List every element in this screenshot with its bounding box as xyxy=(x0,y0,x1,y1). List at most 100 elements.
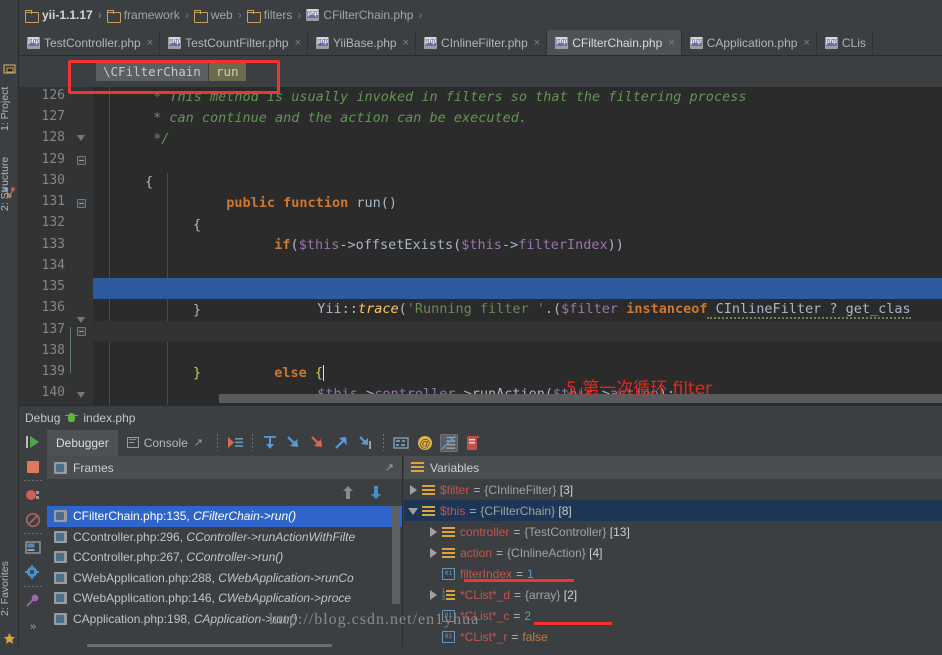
close-icon[interactable]: × xyxy=(403,37,409,49)
stop-icon[interactable] xyxy=(25,459,41,475)
frame-function: CController->runActionWithFilte xyxy=(186,529,356,544)
breadcrumb-item-4[interactable]: CFilterChain.php › xyxy=(306,8,427,22)
variable-row-this[interactable]: $this = {CFilterChain} [8] xyxy=(404,500,942,521)
code-line-135-highlighted[interactable]: $filter->filter($this); $filter: {name =… xyxy=(93,278,942,338)
breadcrumb-item-3[interactable]: filters › xyxy=(246,8,307,23)
close-icon[interactable]: × xyxy=(668,37,674,49)
variable-row-clist-r[interactable]: 01 *CList*_r = false xyxy=(404,626,942,647)
code-line-127[interactable]: * can continue and the action can be exe… xyxy=(93,108,942,129)
tab-debugger[interactable]: Debugger xyxy=(47,429,118,456)
pin-icon[interactable]: ↗ xyxy=(385,461,394,474)
pin-icon[interactable]: ↗ xyxy=(194,436,203,449)
frame-item-1[interactable]: CController.php:296, CController->runAct… xyxy=(47,527,402,548)
close-icon[interactable]: × xyxy=(147,37,153,49)
rail-label-structure[interactable]: 2: Structure xyxy=(0,146,18,221)
rail-label-favorites[interactable]: 2: Favorites xyxy=(0,548,18,630)
step-over-icon[interactable] xyxy=(261,434,279,452)
chevron-down-icon[interactable] xyxy=(408,505,419,516)
code-line-129[interactable]: public function run() xyxy=(93,151,942,211)
fold-marker-icon[interactable] xyxy=(77,134,88,145)
variable-row-filter[interactable]: $filter = {CInlineFilter} [3] xyxy=(404,479,942,500)
frame-function: CController->run() xyxy=(186,550,284,565)
tab-yiibase[interactable]: YiiBase.php × xyxy=(308,30,417,55)
php-file-icon xyxy=(316,36,329,49)
code-line-128[interactable]: */ xyxy=(93,129,942,150)
close-icon[interactable]: × xyxy=(803,37,809,49)
rail-label-project[interactable]: 1: Project xyxy=(0,78,18,140)
nav-chip-class[interactable]: \CFilterChain xyxy=(96,62,208,81)
step-out-icon[interactable] xyxy=(333,434,351,452)
arrow-up-icon[interactable] xyxy=(342,485,354,499)
pin-tab-icon[interactable] xyxy=(25,593,41,609)
chevron-right-icon[interactable] xyxy=(408,484,419,495)
code-line-132[interactable]: { xyxy=(93,215,942,236)
tab-testcontroller[interactable]: TestController.php × xyxy=(19,30,161,55)
force-step-into-icon[interactable] xyxy=(309,434,327,452)
fold-marker-icon[interactable] xyxy=(77,327,86,336)
arrow-down-icon[interactable] xyxy=(370,485,382,499)
code-line-133[interactable]: $filter=$this->itemAt($this->filterIndex… xyxy=(93,236,942,296)
view-breakpoints-icon[interactable] xyxy=(25,487,41,503)
frame-item-3[interactable]: CWebApplication.php:288, CWebApplication… xyxy=(47,568,402,589)
evaluate-expression-icon[interactable] xyxy=(392,434,410,452)
code-line-138[interactable]: $this->controller->runAction($this->acti… xyxy=(93,342,942,402)
code-editor[interactable]: \CFilterChain run 126 127 128 129 130 13… xyxy=(19,56,942,405)
breadcrumb-item-0[interactable]: yii-1.1.17 › xyxy=(25,8,107,23)
fold-marker-icon[interactable] xyxy=(77,391,88,402)
code-line-130[interactable]: { xyxy=(93,172,942,193)
tab-clist[interactable]: CLis xyxy=(817,30,873,55)
breadcrumb-item-2[interactable]: web › xyxy=(193,8,247,23)
code-text: * can continue and the action can be exe… xyxy=(145,110,528,126)
tab-capplication[interactable]: CApplication.php × xyxy=(682,30,817,55)
code-line-126[interactable]: * This method is usually invoked in filt… xyxy=(93,87,942,108)
tab-cfilterchain[interactable]: CFilterChain.php × xyxy=(547,30,682,55)
code-line-139[interactable]: } xyxy=(93,363,942,384)
step-into-icon[interactable] xyxy=(285,434,303,452)
settings-gear-icon[interactable] xyxy=(25,565,41,581)
fold-marker-icon[interactable] xyxy=(77,316,88,327)
variables-list[interactable]: $filter = {CInlineFilter} [3] $this = {C… xyxy=(404,479,942,655)
tab-testcountfilter[interactable]: TestCountFilter.php × xyxy=(160,30,308,55)
code-line-136[interactable]: } xyxy=(93,300,942,321)
variable-row-clist-c[interactable]: 01 *CList*_c = 2 xyxy=(404,605,942,626)
variable-name: *CList*_d xyxy=(460,587,511,602)
variable-row-controller[interactable]: controller = {TestController} [13] xyxy=(404,521,942,542)
more-icon[interactable]: » xyxy=(25,621,41,637)
code-line-134[interactable]: Yii::trace('Running filter '.($filter in… xyxy=(93,257,942,320)
variable-name: $filter xyxy=(440,482,470,497)
php-file-icon xyxy=(424,36,438,49)
mute-breakpoints-toggle-icon[interactable] xyxy=(439,433,458,452)
settings-icon[interactable] xyxy=(464,434,482,452)
variable-row-clist-d[interactable]: 123 *CList*_d = {array} [2] xyxy=(404,584,942,605)
chevron-right-icon[interactable] xyxy=(428,547,439,558)
breadcrumb-item-1[interactable]: framework › xyxy=(106,8,194,23)
frame-item-4[interactable]: CWebApplication.php:146, CWebApplication… xyxy=(47,588,402,609)
tab-cinlinefilter[interactable]: CInlineFilter.php × xyxy=(416,30,548,55)
code-line-131[interactable]: if($this->offsetExists($this->filterInde… xyxy=(93,193,942,253)
run-to-cursor-icon[interactable] xyxy=(357,434,375,452)
star-icon[interactable] xyxy=(3,632,16,645)
frame-item-2[interactable]: CController.php:267, CController->run() xyxy=(47,547,402,568)
project-icon[interactable] xyxy=(3,62,16,75)
frames-vertical-scrollbar[interactable] xyxy=(392,506,400,604)
resume-program-icon[interactable] xyxy=(25,434,41,450)
restore-layout-icon[interactable] xyxy=(25,540,41,556)
tab-console[interactable]: Console ↗ xyxy=(118,430,212,456)
nav-chip-method[interactable]: run xyxy=(209,62,246,81)
show-execution-point-icon[interactable] xyxy=(226,434,244,452)
debug-config-name: index.php xyxy=(83,410,136,425)
variable-row-action[interactable]: action = {CInlineAction} [4] xyxy=(404,542,942,563)
frame-item-0[interactable]: CFilterChain.php:135, CFilterChain->run(… xyxy=(47,506,402,527)
at-breakpoint-icon[interactable]: @ xyxy=(416,434,434,452)
fold-marker-icon[interactable] xyxy=(77,156,86,165)
code-line-137[interactable]: else { xyxy=(93,321,942,382)
fold-marker-icon[interactable] xyxy=(77,199,86,208)
frames-list[interactable]: CFilterChain.php:135, CFilterChain->run(… xyxy=(47,506,402,655)
tab-label: YiiBase.php xyxy=(333,35,397,50)
code-lines[interactable]: * This method is usually invoked in filt… xyxy=(93,87,942,405)
chevron-right-icon[interactable] xyxy=(428,526,439,537)
chevron-right-icon[interactable] xyxy=(428,589,439,600)
close-icon[interactable]: × xyxy=(295,37,301,49)
mute-breakpoints-icon[interactable] xyxy=(25,512,41,528)
close-icon[interactable]: × xyxy=(534,37,540,49)
